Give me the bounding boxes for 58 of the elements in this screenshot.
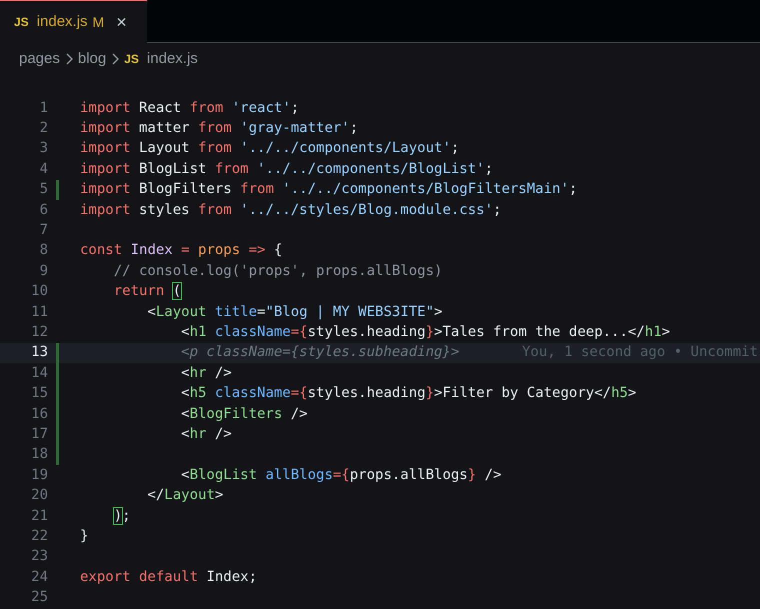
git-blame-annotation: You, 1 second ago • Uncommit	[522, 343, 759, 362]
line-number: 21	[30, 506, 48, 526]
line-number: 17	[30, 424, 48, 444]
modified-indicator: M	[92, 12, 104, 32]
code-line: const Index = props => {	[80, 241, 282, 260]
line-number: 16	[30, 404, 48, 424]
line-number: 12	[30, 323, 48, 342]
code-line: export default Index;	[80, 568, 258, 587]
code-line: </Layout>	[146, 486, 224, 506]
code-line: <hr />	[180, 424, 232, 444]
editor-tab[interactable]: JS index.js M ×	[0, 0, 147, 43]
code-line: <p className={styles.subheading}>	[180, 343, 460, 362]
line-number: 2	[38, 119, 48, 138]
line-number: 15	[30, 384, 48, 404]
line-number: 9	[38, 262, 48, 281]
line-number: 18	[30, 445, 48, 464]
line-number: 6	[38, 200, 48, 220]
line-number: 19	[30, 466, 48, 485]
line-number: 7	[38, 221, 48, 240]
close-tab-button[interactable]: ×	[116, 13, 127, 31]
line-number: 3	[38, 139, 48, 158]
code-line: // console.log('props', props.allBlogs)	[112, 262, 442, 281]
line-number: 20	[30, 486, 48, 506]
code-line: <h5 className={styles.heading}>Filter by Category</h5>	[180, 384, 636, 404]
chevron-right-icon	[64, 53, 73, 65]
code-line: import styles from '../../styles/Blog.module.css';	[80, 200, 502, 220]
line-number: 11	[30, 302, 48, 322]
breadcrumb-item[interactable]: pages	[19, 48, 60, 70]
line-number: 13	[30, 343, 48, 362]
breadcrumb-item[interactable]: blog	[78, 48, 106, 70]
code-line: import Layout from '../../components/Layout';	[80, 139, 460, 158]
code-line: <Layout title="Blog | MY WEBS3ITE">	[146, 302, 442, 322]
code-line: );	[112, 506, 131, 526]
code-line: <h1 className={styles.heading}>Tales from the deep...</h1>	[180, 323, 670, 342]
line-number: 23	[30, 547, 48, 566]
line-number: 22	[30, 526, 48, 546]
code-line: import matter from 'gray-matter';	[80, 119, 358, 138]
code-line: import React from 'react';	[80, 98, 300, 118]
line-number: 1	[38, 98, 48, 118]
line-number: 5	[38, 180, 48, 200]
code-line: import BlogList from '../../components/BlogList';	[80, 160, 494, 179]
code-line: }	[80, 526, 88, 546]
code-line: return (	[112, 282, 182, 302]
code-line: import BlogFilters from '../../components/BlogFiltersMain';	[80, 180, 578, 200]
javascript-file-icon: JS	[14, 13, 29, 31]
code-line: <BlogFilters />	[180, 404, 308, 424]
line-number: 8	[38, 241, 48, 260]
javascript-file-icon: JS	[124, 50, 139, 68]
code-line: <hr />	[180, 364, 232, 383]
breadcrumb-item[interactable]: index.js	[146, 48, 198, 70]
line-number: 24	[30, 568, 48, 587]
code-line: <BlogList allBlogs={props.allBlogs} />	[180, 466, 502, 485]
tab-label: index.js	[36, 12, 88, 32]
line-number: 10	[30, 282, 48, 302]
line-number: 14	[30, 364, 48, 383]
chevron-right-icon	[111, 53, 120, 65]
line-number: 25	[30, 588, 48, 608]
line-number: 4	[38, 160, 48, 179]
